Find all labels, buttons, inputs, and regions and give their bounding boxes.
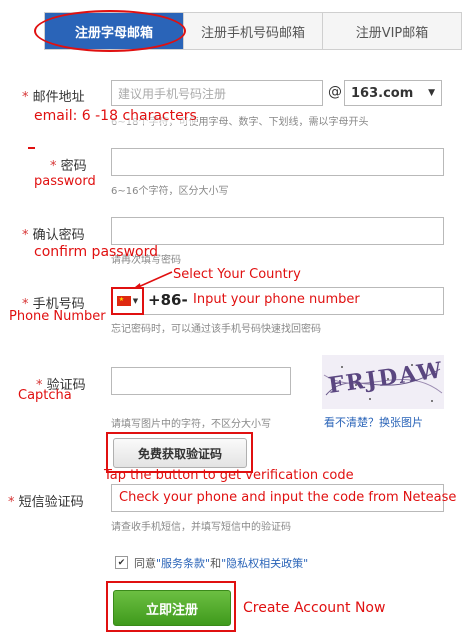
register-button[interactable]: 立即注册 [113, 590, 231, 626]
required-mark: * [50, 159, 61, 174]
captcha-input[interactable] [111, 367, 291, 395]
phone-prefix: +86- [148, 291, 188, 309]
tab-vip-email[interactable]: 注册VIP邮箱 [322, 13, 461, 49]
required-mark: * [22, 228, 33, 243]
phone-number-annotation: Phone Number [9, 309, 106, 324]
confirm-annotation: confirm password [34, 244, 159, 260]
captcha-image[interactable]: FRJDAW [322, 355, 444, 409]
domain-select[interactable]: 163.com ▼ [344, 80, 442, 106]
password-annotation: password [34, 174, 96, 189]
agree-prefix: 同意 [134, 557, 156, 570]
email-input[interactable]: 建议用手机号码注册 [111, 80, 323, 106]
required-mark: * [22, 90, 33, 105]
tab-highlight-oval [34, 10, 186, 52]
captcha-annotation: Captcha [18, 388, 72, 403]
sms-code-label: 短信验证码 [18, 495, 84, 510]
chevron-down-icon: ▼ [428, 88, 435, 98]
country-annotation: Select Your Country [173, 267, 301, 282]
email-label-row: * 邮件地址 [22, 86, 85, 105]
sms-label-row: * 短信验证码 [8, 491, 84, 510]
get-sms-code-button[interactable]: 免费获取验证码 [113, 438, 247, 468]
captcha-hint: 请填写图片中的字符，不区分大小写 [111, 419, 271, 430]
email-label: 邮件地址 [32, 90, 85, 105]
confirm-label-row: * 确认密码 [22, 224, 85, 243]
refresh-captcha-link[interactable]: 看不清楚？换张图片 [324, 414, 423, 430]
terms-link[interactable]: "服务条款" [156, 557, 210, 570]
tab-phone-email[interactable]: 注册手机号码邮箱 [183, 13, 322, 49]
password-hint: 6~16个字符，区分大小写 [111, 186, 229, 197]
password-label-row: * 密码 [50, 155, 87, 174]
password-input[interactable] [111, 148, 444, 176]
dash-mark [28, 147, 35, 149]
sms-input-annotation: Check your phone and input the code from… [119, 490, 457, 505]
sms-button-annotation: Tap the button to get verification code [104, 468, 354, 483]
country-select[interactable]: ★ ▼ [111, 287, 144, 315]
china-flag-icon: ★ [116, 296, 131, 306]
password-label: 密码 [60, 159, 87, 174]
submit-annotation: Create Account Now [243, 600, 386, 616]
agree-checkbox[interactable]: ✔ [115, 556, 128, 569]
at-sign: @ [328, 84, 342, 100]
domain-value: 163.com [351, 85, 414, 101]
confirm-password-input[interactable] [111, 217, 444, 245]
sms-hint: 请查收手机短信，并填写短信中的验证码 [111, 522, 291, 533]
agree-and: 和 [210, 557, 222, 570]
confirm-label: 确认密码 [32, 228, 85, 243]
chevron-down-icon: ▼ [132, 297, 139, 305]
privacy-link[interactable]: "隐私权相关政策" [221, 557, 308, 570]
agree-text: 同意"服务条款"和"隐私权相关政策" [134, 555, 308, 571]
email-annotation: email: 6 -18 characters [34, 108, 197, 124]
required-mark: * [8, 495, 19, 510]
phone-hint: 忘记密码时，可以通过该手机号码快速找回密码 [111, 324, 321, 335]
phone-input-annotation: Input your phone number [193, 292, 360, 307]
